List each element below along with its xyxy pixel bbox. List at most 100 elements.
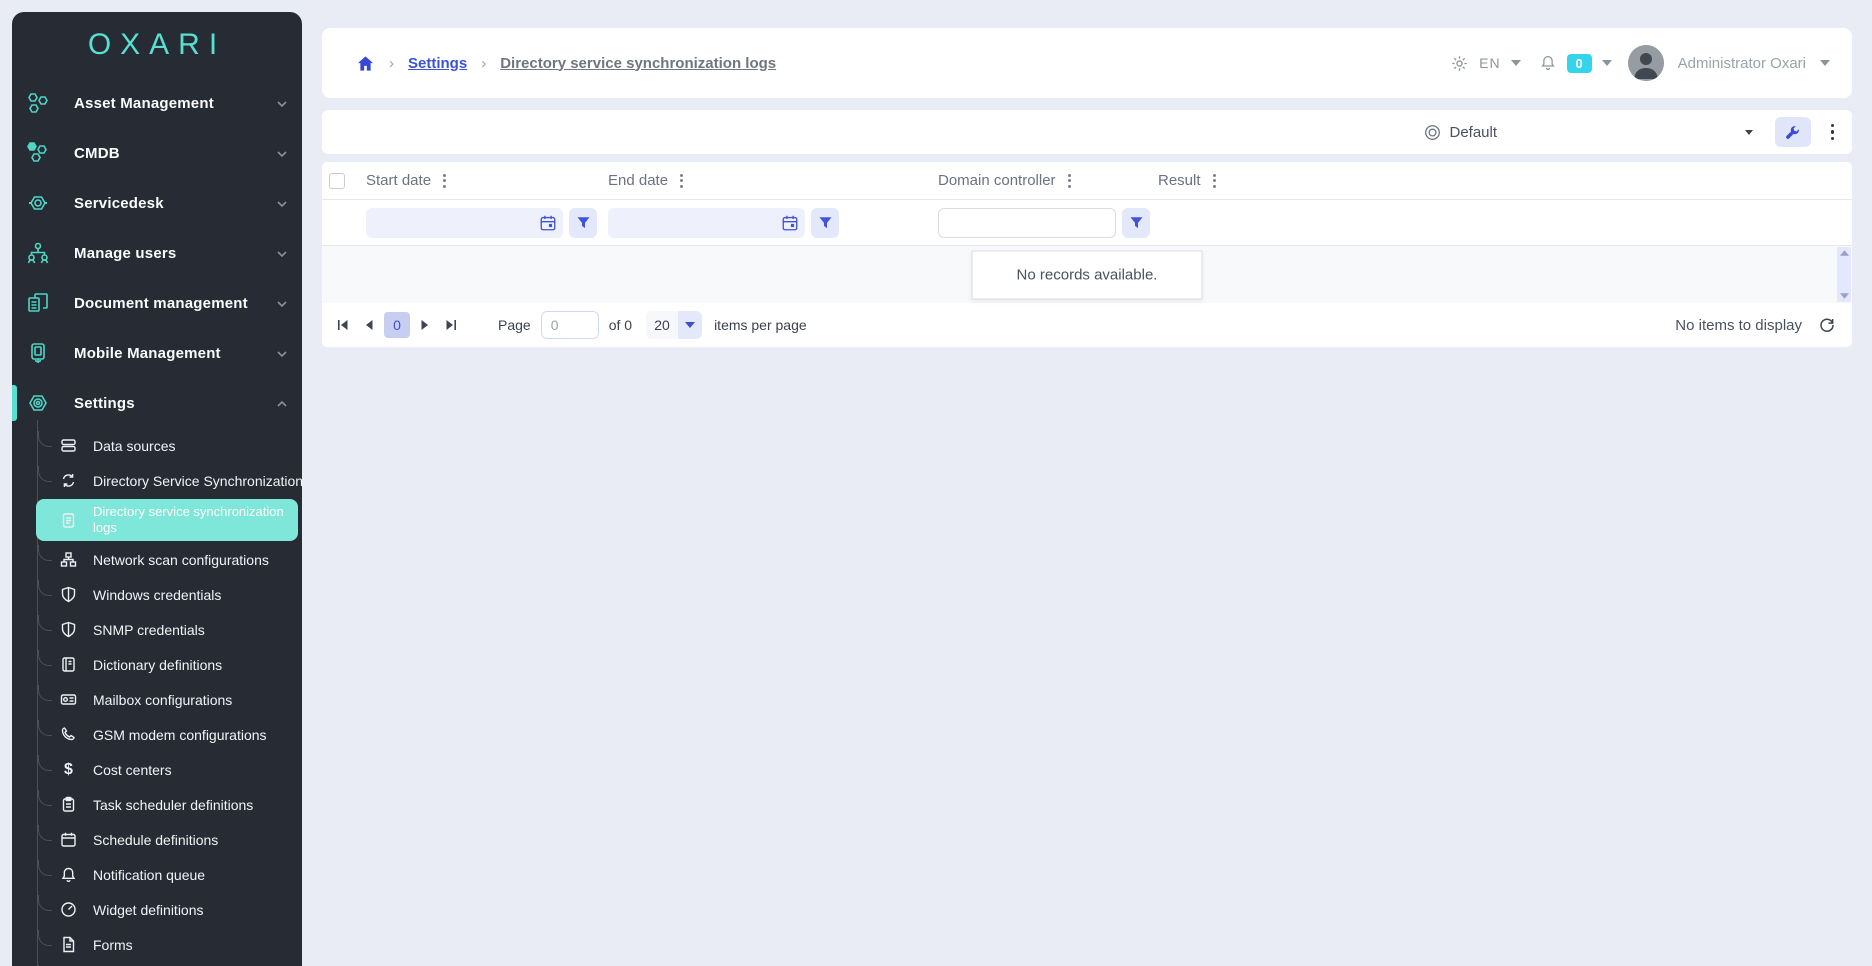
grid-toolbar: Default	[322, 110, 1852, 154]
current-page-button[interactable]: 0	[384, 312, 410, 338]
chevron-down-icon[interactable]	[1820, 60, 1830, 66]
breadcrumb: › Settings › Directory service synchroni…	[356, 54, 776, 73]
sidebar-item-servicedesk[interactable]: Servicedesk	[12, 178, 302, 228]
form-document-icon	[60, 936, 77, 953]
sidebar-subitem-cost-centers[interactable]: $ Cost centers	[12, 752, 302, 787]
sidebar-subitem-label: Notification queue	[93, 867, 205, 883]
sidebar-subitem-label: Mailbox configurations	[93, 692, 232, 708]
end-date-filter-button[interactable]	[811, 208, 839, 238]
breadcrumb-separator: ›	[389, 55, 394, 72]
page-size-value: 20	[646, 311, 678, 339]
user-avatar[interactable]	[1628, 45, 1664, 81]
chevron-down-icon	[276, 297, 288, 309]
gear-icon[interactable]	[1450, 54, 1469, 73]
page-label: Page	[498, 317, 531, 333]
clipboard-icon	[60, 796, 77, 813]
grid-header-row: Start date End date Domain controller Re…	[322, 162, 1852, 200]
grid-filter-row	[322, 200, 1852, 246]
language-selector[interactable]: EN	[1479, 55, 1500, 71]
next-page-button[interactable]	[412, 312, 438, 338]
domain-controller-filter-button[interactable]	[1122, 208, 1150, 238]
sidebar-subitem-directory-service-synchronization[interactable]: Directory Service Synchronization	[12, 463, 302, 498]
refresh-icon[interactable]	[1818, 316, 1836, 334]
app-logo[interactable]: OXARI	[12, 12, 302, 78]
sidebar-item-cmdb[interactable]: CMDB	[12, 128, 302, 178]
sidebar-item-label: CMDB	[74, 145, 276, 162]
sidebar-subitem-label: GSM modem configurations	[93, 727, 267, 743]
chevron-down-icon	[276, 147, 288, 159]
grid-settings-button[interactable]	[1775, 117, 1811, 147]
sidebar-subitem-network-scan-configurations[interactable]: Network scan configurations	[12, 542, 302, 577]
domain-controller-filter-input[interactable]	[938, 208, 1116, 238]
sidebar-subitem-mailbox-configurations[interactable]: Mailbox configurations	[12, 682, 302, 717]
select-all-cell	[322, 173, 358, 189]
chevron-down-icon	[276, 247, 288, 259]
home-icon[interactable]	[356, 54, 375, 73]
column-header-end-date[interactable]: End date	[600, 172, 930, 189]
start-date-filter-input[interactable]	[366, 208, 563, 238]
select-all-checkbox[interactable]	[329, 173, 345, 189]
view-selector-dropdown[interactable]: Default	[1416, 117, 1761, 147]
more-options-menu[interactable]	[1825, 120, 1841, 145]
sidebar-subitem-windows-credentials[interactable]: Windows credentials	[12, 577, 302, 612]
sidebar-subitem-partial[interactable]	[12, 962, 302, 966]
start-date-filter-button[interactable]	[569, 208, 597, 238]
calendar-icon	[60, 831, 77, 848]
column-menu-icon[interactable]	[680, 174, 683, 188]
column-header-result[interactable]: Result	[1150, 172, 1852, 189]
end-date-filter-input[interactable]	[608, 208, 805, 238]
column-header-domain-controller[interactable]: Domain controller	[930, 172, 1150, 189]
sidebar-subitem-label: SNMP credentials	[93, 622, 205, 638]
sidebar-item-document-management[interactable]: Document management	[12, 278, 302, 328]
page-size-select[interactable]: 20	[646, 311, 702, 339]
sidebar-subitem-dictionary-definitions[interactable]: Dictionary definitions	[12, 647, 302, 682]
sidebar-subitem-label: Cost centers	[93, 762, 172, 778]
sidebar-menu: Asset Management CMDB Servicedesk Manage…	[12, 78, 302, 966]
calendar-icon[interactable]	[781, 214, 799, 232]
sidebar-subitem-widget-definitions[interactable]: Widget definitions	[12, 892, 302, 927]
bell-icon[interactable]	[1539, 54, 1557, 72]
domain-controller-filter-cell	[930, 208, 1150, 238]
sidebar-item-asset-management[interactable]: Asset Management	[12, 78, 302, 128]
column-menu-icon[interactable]	[443, 174, 446, 188]
phone-icon	[60, 726, 77, 743]
sidebar-item-label: Settings	[74, 395, 276, 412]
sidebar-subitem-data-sources[interactable]: Data sources	[12, 428, 302, 463]
scroll-down-arrow	[1840, 293, 1849, 299]
chevron-down-icon[interactable]	[1511, 60, 1521, 66]
active-section-indicator	[12, 385, 17, 421]
column-menu-icon[interactable]	[1213, 174, 1216, 188]
sidebar-subitem-forms[interactable]: Forms	[12, 927, 302, 962]
sidebar-subitem-schedule-definitions[interactable]: Schedule definitions	[12, 822, 302, 857]
sidebar-subitem-snmp-credentials[interactable]: SNMP credentials	[12, 612, 302, 647]
previous-page-button[interactable]	[356, 312, 382, 338]
funnel-icon	[818, 215, 833, 230]
sidebar-item-manage-users[interactable]: Manage users	[12, 228, 302, 278]
sidebar-subitem-directory-service-synchronization-logs[interactable]: Directory service synchronization logs	[12, 498, 302, 542]
sidebar-item-label: Document management	[74, 295, 276, 312]
sidebar-subitem-label: Widget definitions	[93, 902, 204, 918]
breadcrumb-link-settings[interactable]: Settings	[408, 55, 467, 72]
page-number-input[interactable]	[541, 311, 599, 339]
pager-status: No items to display	[1675, 317, 1802, 334]
last-page-button[interactable]	[438, 312, 464, 338]
breadcrumb-current-page[interactable]: Directory service synchronization logs	[500, 55, 776, 72]
user-name[interactable]: Administrator Oxari	[1678, 55, 1806, 72]
calendar-icon[interactable]	[539, 214, 557, 232]
notification-count-badge[interactable]: 0	[1567, 54, 1592, 73]
sidebar-subitem-notification-queue[interactable]: Notification queue	[12, 857, 302, 892]
chevron-down-icon[interactable]	[1602, 60, 1612, 66]
sidebar-item-settings[interactable]: Settings	[12, 378, 302, 428]
column-header-start-date[interactable]: Start date	[358, 172, 600, 189]
sidebar-subitem-gsm-modem-configurations[interactable]: GSM modem configurations	[12, 717, 302, 752]
gauge-icon	[60, 901, 77, 918]
sidebar-subitem-task-scheduler-definitions[interactable]: Task scheduler definitions	[12, 787, 302, 822]
sidebar-item-label: Manage users	[74, 245, 276, 262]
first-page-button[interactable]	[330, 312, 356, 338]
sidebar-subitem-label: Dictionary definitions	[93, 657, 222, 673]
chevron-down-icon	[276, 197, 288, 209]
sidebar-subitem-label: Windows credentials	[93, 587, 221, 603]
sidebar-item-mobile-management[interactable]: Mobile Management	[12, 328, 302, 378]
vertical-scrollbar[interactable]	[1837, 247, 1851, 302]
column-menu-icon[interactable]	[1068, 174, 1071, 188]
